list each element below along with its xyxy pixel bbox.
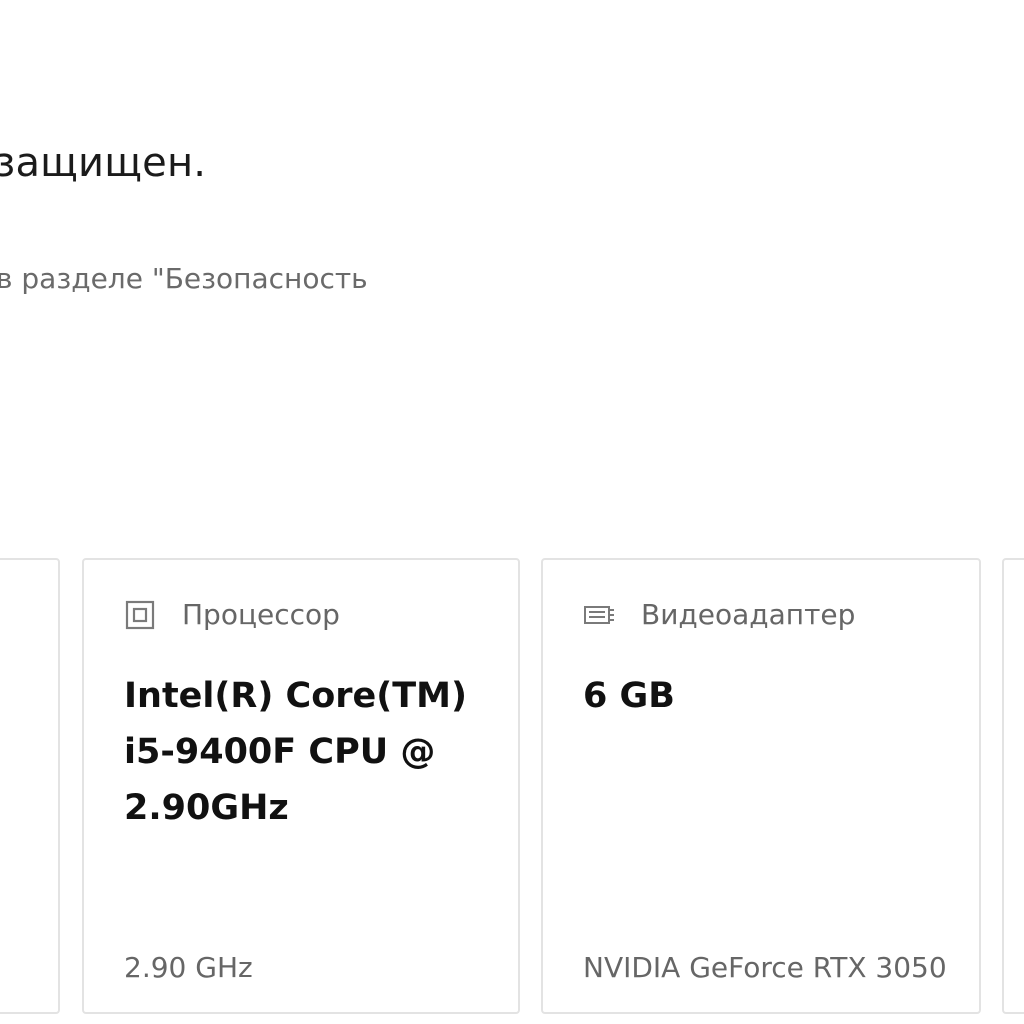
spec-card-partial-left [0,558,60,1014]
processor-card-title: Процессор [182,598,340,631]
processor-card-header: Процессор [124,598,340,631]
security-status-headline: защищен. [0,140,207,186]
processor-card: Процессор Intel(R) Core(TM) i5-9400F CPU… [82,558,520,1014]
display-adapter-card: Видеоадаптер 6 GB NVIDIA GeForce RTX 305… [541,558,981,1014]
spec-card-partial-right [1002,558,1024,1014]
display-adapter-model-value: NVIDIA GeForce RTX 3050 [583,951,947,984]
system-info-page: защищен. в разделе "Безопасность Процесс… [0,0,1024,1024]
display-adapter-icon [583,599,615,631]
display-adapter-memory-value: 6 GB [583,676,675,716]
processor-speed-value: 2.90 GHz [124,951,253,984]
security-status-subtext: в разделе "Безопасность [0,262,368,295]
processor-icon [124,599,156,631]
display-adapter-card-title: Видеоадаптер [641,598,856,631]
processor-model-value: Intel(R) Core(TM) i5-9400F CPU @ 2.90GHz [124,676,467,828]
display-adapter-card-header: Видеоадаптер [583,598,855,631]
